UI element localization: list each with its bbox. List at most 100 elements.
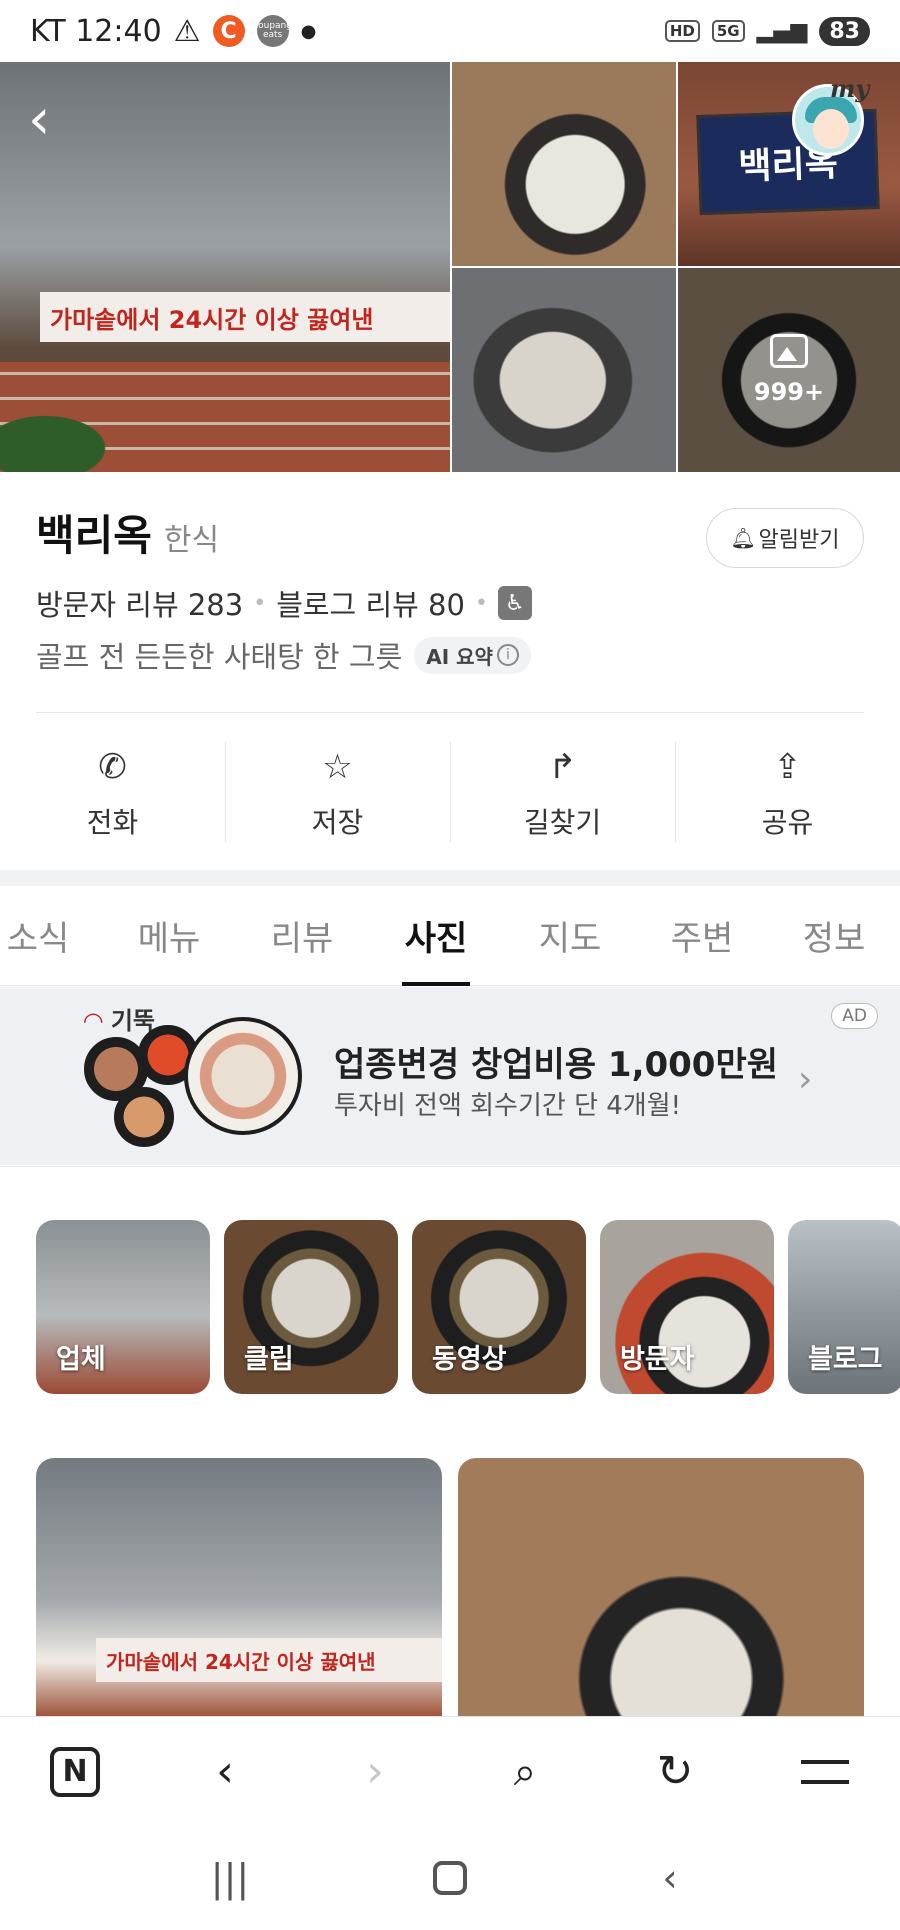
system-navigation-bar: ||| ‹ [0, 1826, 900, 1930]
browser-back-button[interactable]: ‹ [195, 1742, 255, 1802]
reload-icon: ↻ [656, 1746, 694, 1797]
ad-title: 업종변경 창업비용 1,000만원 [334, 1045, 779, 1085]
tab-nearby[interactable]: 주변 [668, 886, 736, 986]
coupang-app-icon: C [212, 15, 245, 47]
notify-button[interactable]: 🔔︎ 알림받기 [706, 508, 864, 568]
feed-photo[interactable]: 가마솥에서 24시간 이상 끓여낸 [36, 1458, 442, 1718]
bell-icon: 🔔︎ [730, 526, 756, 550]
photo-category-blog[interactable]: 블로그 [788, 1220, 900, 1394]
ad-brand-logo: ◠ 기뚝 [84, 1001, 155, 1036]
action-bar: ✆ 전화 ☆ 저장 ↱ 길찾기 ⇪ 공유 [0, 742, 900, 846]
blog-reviews-link[interactable]: 블로그 리뷰 80 [276, 582, 465, 624]
system-back-button[interactable]: ‹ [640, 1856, 700, 1900]
coupang-eats-icon: coupang eats [253, 15, 292, 47]
battery-indicator: 83 [819, 16, 870, 46]
reload-button[interactable]: ↻ [645, 1742, 705, 1802]
separator-dot: • [253, 590, 267, 616]
browser-toolbar: N ‹ › ⌕ ↻ [0, 1716, 900, 1826]
ad-swoosh-icon: ◠ [84, 1007, 103, 1035]
main-photo-banner-text: 가마솥에서 24시간 이상 끓여낸 [40, 292, 450, 342]
feed-photo[interactable] [458, 1458, 864, 1718]
separator-dot: • [474, 590, 488, 616]
thumbnail-soup-table[interactable] [452, 62, 676, 266]
chip-label: 방문자 [620, 1344, 695, 1375]
warning-icon: ⚠ [173, 13, 201, 49]
section-separator [0, 1166, 900, 1186]
call-label: 전화 [86, 806, 139, 839]
chevron-right-icon: › [366, 1746, 384, 1797]
photo-count: 999+ [753, 378, 825, 406]
menu-button[interactable] [795, 1742, 855, 1802]
photo-feed: 가마솥에서 24시간 이상 끓여낸 [36, 1458, 864, 1718]
chip-label: 클립 [244, 1344, 294, 1375]
signal-icon: ▂▄▆ [756, 18, 808, 44]
thumbnail-cauldron[interactable] [452, 268, 676, 472]
tab-photos[interactable]: 사진 [402, 886, 470, 986]
feed-photo-banner-text: 가마솥에서 24시간 이상 끓여낸 [96, 1638, 442, 1682]
ai-summary-badge[interactable]: AI 요약 i [414, 636, 531, 674]
save-button[interactable]: ☆ 저장 [225, 742, 450, 846]
info-icon: i [496, 644, 519, 666]
share-icon: ⇪ [773, 747, 802, 787]
ad-banner[interactable]: ◠ 기뚝 업종변경 창업비용 1,000만원 투자비 전액 회수기간 단 4개월… [0, 987, 900, 1165]
directions-button[interactable]: ↱ 길찾기 [450, 742, 675, 846]
recent-apps-icon: ||| [210, 1856, 250, 1900]
back-button[interactable]: ‹ [28, 90, 76, 150]
ad-bowl-image [184, 1017, 302, 1135]
tab-bar: 소식 메뉴 리뷰 사진 지도 주변 정보 [0, 886, 900, 986]
share-button[interactable]: ⇪ 공유 [675, 742, 900, 846]
photo-header-grid[interactable]: 가마솥에서 24시간 이상 끓여낸 백리옥 999+ ‹ [0, 62, 900, 472]
more-photos-overlay[interactable]: 999+ [678, 268, 900, 472]
directions-icon: ↱ [548, 747, 577, 787]
save-label: 저장 [311, 806, 364, 839]
naver-logo-icon: N [50, 1746, 100, 1797]
chevron-right-icon: › [798, 1059, 813, 1100]
my-label: my [830, 74, 870, 103]
share-label: 공유 [761, 806, 814, 839]
place-category: 한식 [163, 523, 220, 558]
chip-label: 블로그 [808, 1344, 883, 1375]
directions-label: 길찾기 [523, 806, 602, 839]
menu-icon [801, 1759, 849, 1784]
divider [36, 712, 864, 713]
ad-badge[interactable]: AD [831, 1003, 878, 1029]
call-button[interactable]: ✆ 전화 [0, 742, 225, 846]
place-name: 백리옥 [36, 511, 152, 560]
tab-info[interactable]: 정보 [800, 886, 868, 986]
status-bar: KT 12:40 ⚠ C coupang eats ● HD 5G ▂▄▆ 83 [0, 0, 900, 62]
section-separator [0, 870, 900, 886]
photo-category-business[interactable]: 업체 [36, 1220, 210, 1394]
avatar-face [813, 109, 849, 149]
search-button[interactable]: ⌕ [495, 1742, 555, 1802]
visitor-reviews-link[interactable]: 방문자 리뷰 283 [36, 582, 243, 624]
home-button[interactable] [420, 1861, 480, 1895]
tab-reviews[interactable]: 리뷰 [262, 886, 342, 986]
ad-subtitle: 투자비 전액 회수기간 단 4개월! [334, 1091, 682, 1121]
star-icon: ☆ [322, 747, 353, 787]
search-icon: ⌕ [513, 1748, 537, 1795]
back-icon: ‹ [662, 1856, 678, 1900]
ad-bowl-image [114, 1087, 174, 1147]
hd-icon: HD [664, 20, 700, 42]
network-5g-icon: 5G [711, 20, 745, 42]
browser-forward-button[interactable]: › [345, 1742, 405, 1802]
place-info: 백리옥 한식 🔔︎ 알림받기 방문자 리뷰 283 • 블로그 리뷰 80 • … [0, 472, 900, 713]
photo-category-video[interactable]: 동영상 [412, 1220, 586, 1394]
tab-news[interactable]: 소식 [0, 886, 76, 986]
wheelchair-accessible-icon: ♿︎ [497, 586, 532, 620]
place-description: 골프 전 든든한 사태탕 한 그릇 [36, 640, 403, 674]
plant-decoration [0, 392, 150, 472]
gallery-icon [770, 334, 808, 368]
notify-label: 알림받기 [758, 528, 840, 553]
tab-menu[interactable]: 메뉴 [76, 886, 262, 986]
recent-apps-button[interactable]: ||| [200, 1856, 260, 1900]
naver-home-button[interactable]: N [45, 1742, 105, 1802]
photo-category-list: 업체 클립 동영상 방문자 블로그 [36, 1220, 900, 1394]
photo-category-visitor[interactable]: 방문자 [600, 1220, 774, 1394]
tab-map[interactable]: 지도 [536, 886, 604, 986]
ai-summary-label: AI 요약 [426, 644, 493, 669]
chip-label: 업체 [56, 1344, 106, 1375]
chevron-left-icon: ‹ [216, 1746, 234, 1797]
phone-icon: ✆ [98, 747, 127, 787]
photo-category-clip[interactable]: 클립 [224, 1220, 398, 1394]
